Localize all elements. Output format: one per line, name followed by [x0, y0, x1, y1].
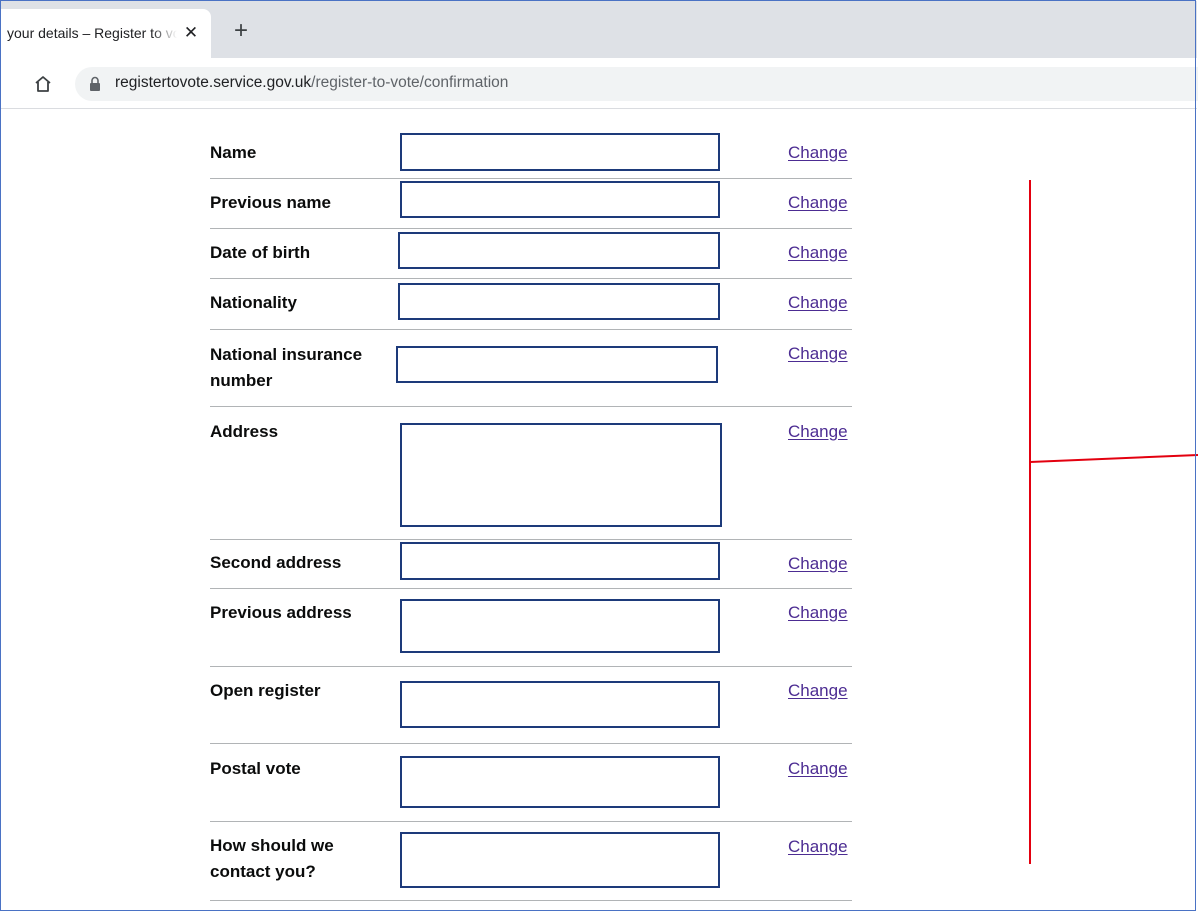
change-nationality-link[interactable]: Change	[788, 290, 848, 316]
change-previous-address-link[interactable]: Change	[788, 600, 848, 626]
summary-row-date-of-birth: Date of birth Change	[210, 229, 852, 279]
annotation-horizontal-line	[1029, 454, 1198, 463]
row-label: Date of birth	[210, 243, 311, 262]
browser-tab[interactable]: your details – Register to vote ✕	[1, 9, 211, 58]
row-label: Previous name	[210, 193, 331, 212]
change-postal-vote-link[interactable]: Change	[788, 756, 848, 782]
summary-row-national-insurance: National insurance number Change	[210, 330, 852, 407]
url-host: registertovote.service.gov.uk	[115, 74, 312, 91]
url-path: /register-to-vote/confirmation	[311, 74, 509, 91]
summary-row-second-address: Second address Change	[210, 540, 852, 589]
lock-icon[interactable]	[89, 76, 101, 92]
nationality-field[interactable]	[398, 283, 720, 320]
summary-row-name: Name Change	[210, 128, 852, 179]
summary-row-address: Address Change	[210, 407, 852, 540]
row-label: Previous address	[210, 603, 352, 622]
close-tab-icon[interactable]: ✕	[181, 23, 201, 43]
tab-title: your details – Register to vote	[7, 25, 177, 41]
row-label: National insurance number	[210, 345, 363, 390]
change-name-link[interactable]: Change	[788, 140, 848, 166]
change-contact-link[interactable]: Change	[788, 834, 848, 860]
browser-toolbar: registertovote.service.gov.uk/register-t…	[1, 58, 1198, 109]
summary-row-nationality: Nationality Change	[210, 279, 852, 330]
row-label: Address	[210, 422, 279, 441]
postal-vote-field[interactable]	[400, 756, 720, 808]
national-insurance-field[interactable]	[396, 346, 718, 383]
summary-row-postal-vote: Postal vote Change	[210, 744, 852, 822]
change-date-of-birth-link[interactable]: Change	[788, 240, 848, 266]
row-label: Postal vote	[210, 759, 301, 778]
row-label: Open register	[210, 681, 321, 700]
previous-address-field[interactable]	[400, 599, 720, 653]
annotation-lines	[1029, 180, 1198, 864]
change-address-link[interactable]: Change	[788, 419, 848, 445]
summary-row-contact: How should we contact you? Change	[210, 822, 852, 901]
summary-row-open-register: Open register Change	[210, 667, 852, 744]
row-label: Nationality	[210, 293, 297, 312]
change-open-register-link[interactable]: Change	[788, 678, 848, 704]
tab-bar: your details – Register to vote ✕ +	[1, 1, 1197, 58]
url-text[interactable]: registertovote.service.gov.uk/register-t…	[115, 74, 508, 94]
name-field[interactable]	[400, 133, 720, 171]
change-second-address-link[interactable]: Change	[788, 551, 848, 577]
summary-row-previous-address: Previous address Change	[210, 589, 852, 667]
change-previous-name-link[interactable]: Change	[788, 190, 848, 216]
new-tab-button[interactable]: +	[229, 19, 253, 43]
home-icon[interactable]	[33, 74, 53, 94]
previous-name-field[interactable]	[400, 181, 720, 218]
contact-method-field[interactable]	[400, 832, 720, 888]
address-bar[interactable]: registertovote.service.gov.uk/register-t…	[75, 67, 1198, 101]
row-label: How should we contact you?	[210, 836, 334, 881]
change-national-insurance-link[interactable]: Change	[788, 341, 848, 367]
address-field[interactable]	[400, 423, 722, 527]
row-label: Second address	[210, 553, 342, 572]
second-address-field[interactable]	[400, 542, 720, 580]
open-register-field[interactable]	[400, 681, 720, 728]
row-label: Name	[210, 143, 257, 162]
date-of-birth-field[interactable]	[398, 232, 720, 269]
summary-row-previous-name: Previous name Change	[210, 179, 852, 229]
